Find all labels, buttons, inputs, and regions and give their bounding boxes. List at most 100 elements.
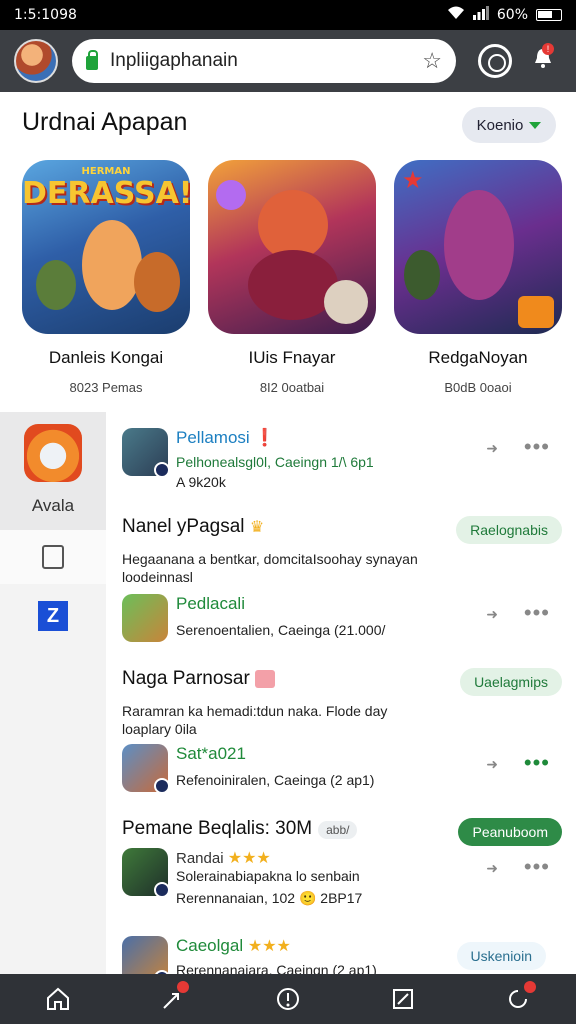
rating-stars: ★★★	[227, 850, 271, 867]
featured-app-2-image	[208, 160, 376, 334]
wifi-icon	[447, 6, 465, 24]
app-meta: Rerennanaiara, Caeingn (2 ap1)	[176, 962, 377, 974]
nav-library[interactable]	[383, 979, 423, 1019]
promo-card-1: Nanel yPagsal ♛ Hegaanana a bentkar, dom…	[122, 516, 562, 586]
featured-app-2-name: IUis Fnayar	[248, 348, 336, 367]
app-title: Caeolgal ★★★	[176, 936, 291, 955]
app-title: Sat*a021	[176, 744, 246, 763]
featured-app-1-image: HERMAN DERASSA!	[22, 160, 190, 334]
address-bar[interactable]: Inpliigaphanain ☆	[72, 39, 456, 83]
list-item[interactable]: Pedlacali Serenoentalien, Caeinga (21.00…	[122, 594, 562, 654]
promo-action-button[interactable]: Uaelagmips	[460, 668, 562, 696]
promo-action-button[interactable]: Raelognabis	[456, 516, 562, 544]
app-badge-icon	[154, 462, 170, 478]
promo-description: Hegaanana a bentkar, domcitaIsoohay syna…	[122, 551, 418, 585]
featured-app-1-sub: 8023 Pemas	[69, 380, 143, 395]
arrow-icon[interactable]: ➜	[486, 756, 498, 773]
app-meta-2: A 9k20k	[176, 474, 226, 490]
alert-icon	[276, 988, 299, 1010]
more-icon[interactable]: •••	[524, 854, 550, 880]
app-meta: Pelhonealsgl0l, Caeingn 1/\ 6p1	[176, 454, 374, 470]
creature-figure	[404, 250, 440, 300]
bookmark-star-icon[interactable]: ☆	[422, 48, 442, 74]
home-icon	[46, 987, 69, 1010]
corner-badge-icon	[518, 296, 554, 328]
promo-tag: abb/	[318, 821, 358, 839]
app-badge-icon	[154, 882, 170, 898]
featured-app-3[interactable]: ★ RedgaNoyan B0dB 0oaoi	[394, 160, 562, 395]
banner-title: DERASSA!	[22, 176, 190, 211]
creature-figure	[36, 260, 76, 310]
app-list: Pellamosi ❗ Pelhonealsgl0l, Caeingn 1/\ …	[106, 412, 576, 974]
section-title: Urdnai Apapan	[22, 108, 188, 136]
list-item[interactable]: Randai ★★★ Solerainabiapakna lo senbain …	[122, 848, 562, 928]
status-bar: 1:5:1098 60%	[0, 0, 576, 30]
app-meta: Serenoentalien, Caeinga (21.000/	[176, 622, 386, 638]
list-item[interactable]: Sat*a021 Refenoiniralen, Caeinga (2 ap1)…	[122, 744, 562, 804]
nav-alerts[interactable]	[268, 979, 308, 1019]
arrow-icon[interactable]: ➜	[486, 606, 498, 623]
nav-updates[interactable]	[498, 979, 538, 1019]
app-title: Pellamosi ❗	[176, 428, 276, 447]
more-icon[interactable]: •••	[524, 434, 550, 460]
featured-app-1-name: Danleis Kongai	[48, 348, 164, 367]
status-time: 1:5:1098	[14, 7, 77, 23]
battery-percent: 60%	[496, 7, 528, 23]
more-icon[interactable]: •••	[524, 600, 550, 626]
tabs-button[interactable]	[478, 44, 512, 78]
sidebar-item-label: Avala	[31, 496, 75, 515]
sidebar-item-apps[interactable]: Avala	[0, 412, 106, 530]
app-title: Randai ★★★	[176, 850, 271, 867]
battery-icon	[536, 9, 562, 21]
featured-app-3-sub: B0dB 0oaoi	[444, 380, 512, 395]
browser-toolbar: Inpliigaphanain ☆ !	[0, 30, 576, 92]
status-icons: 60%	[447, 6, 562, 24]
star-badge-icon: ★	[402, 167, 424, 194]
app-icon	[122, 594, 168, 642]
app-category-icon	[24, 424, 82, 482]
nav-explore[interactable]	[153, 979, 193, 1019]
chevron-down-icon	[529, 121, 542, 129]
sidebar-item-documents[interactable]	[0, 530, 106, 584]
crown-icon: ♛	[249, 519, 265, 536]
arrow-icon[interactable]: ➜	[486, 440, 498, 457]
sort-dropdown[interactable]: Koenio	[462, 107, 556, 143]
list-item[interactable]: Caeolgal ★★★ Rerennanaiara, Caeingn (2 a…	[122, 936, 562, 974]
notification-badge: !	[542, 43, 554, 55]
avatar[interactable]	[14, 39, 58, 83]
list-item[interactable]: Pellamosi ❗ Pelhonealsgl0l, Caeingn 1/\ …	[122, 428, 562, 490]
featured-app-1[interactable]: HERMAN DERASSA! Danleis Kongai 8023 Pema…	[22, 160, 190, 395]
nav-badge	[176, 981, 189, 993]
more-icon[interactable]: •••	[524, 750, 550, 776]
signal-icon	[472, 6, 489, 24]
nav-home[interactable]	[38, 979, 78, 1019]
rating-stars: ★★★	[247, 938, 291, 955]
app-meta-2: Rerennanaian, 102 🙂 2BP17	[176, 890, 363, 906]
app-action-button[interactable]: Uskenioin	[456, 942, 546, 970]
z-logo-icon: Z	[38, 601, 68, 631]
lock-icon	[86, 50, 98, 70]
magic-orb	[216, 180, 246, 210]
dropdown-label: Koenio	[476, 116, 524, 134]
promo-card-3: Pemane Beqlalis: 30M abb/ Peanuboom	[122, 818, 562, 846]
sidebar-item-z[interactable]: Z	[0, 584, 106, 648]
promo-action-button[interactable]: Peanuboom	[458, 818, 562, 846]
companion-figure	[134, 252, 180, 312]
promo-description: Raramran ka hemadi:tdun naka. Flode day …	[122, 703, 388, 737]
app-meta: Solerainabiapakna lo senbain	[176, 868, 360, 884]
app-badge-icon	[154, 778, 170, 794]
app-icon	[122, 936, 168, 974]
warrior-figure	[444, 190, 514, 300]
sidebar: Avala Z	[0, 412, 106, 974]
document-icon	[42, 545, 64, 569]
arrow-icon[interactable]: ➜	[486, 860, 498, 877]
app-title: Pedlacali	[176, 594, 245, 613]
featured-app-2[interactable]: IUis Fnayar 8I2 0oatbai	[208, 160, 376, 395]
bottom-navigation	[0, 974, 576, 1024]
featured-app-2-sub: 8I2 0oatbai	[259, 380, 325, 395]
featured-app-3-name: RedgaNoyan	[428, 348, 528, 367]
notification-bell-icon[interactable]: !	[534, 43, 554, 75]
promo-card-2: Naga Parnosar Raramran ka hemadi:tdun na…	[122, 668, 562, 738]
skull-figure	[324, 280, 368, 324]
hero-figure	[82, 220, 142, 310]
